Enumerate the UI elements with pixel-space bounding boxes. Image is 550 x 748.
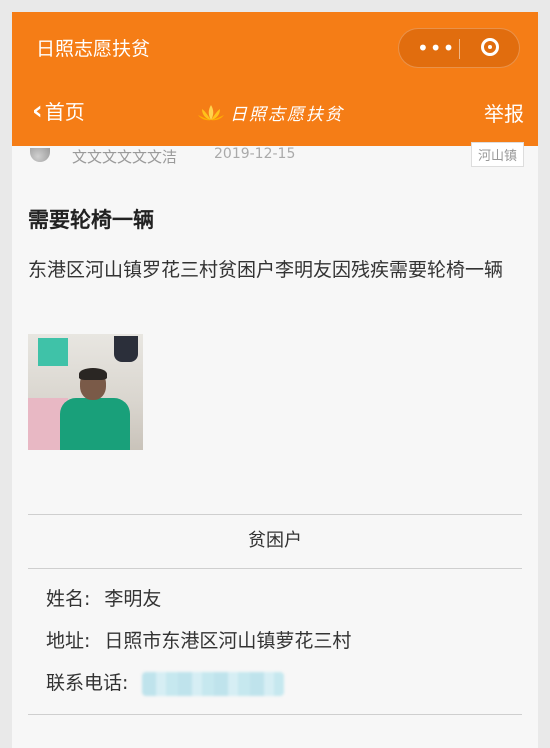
app-title: 日照志愿扶贫 xyxy=(36,38,151,60)
lotus-icon xyxy=(198,104,224,120)
address-label: 地址: xyxy=(46,630,91,652)
address-value: 日照市东港区河山镇萝花三村 xyxy=(104,630,352,652)
report-button[interactable]: 举报 xyxy=(484,98,524,127)
name-label: 姓名: xyxy=(46,588,91,610)
town-tag: 河山镇 xyxy=(470,142,524,167)
phone-screen: 日照志愿扶贫 ••• ‹ 首页 日照志愿扶贫 举报 文文文文文文洁 2019-1… xyxy=(12,12,538,748)
name-row: 姓名: 李明友 xyxy=(46,584,161,611)
brand-text: 日照志愿扶贫 xyxy=(230,105,344,125)
post-date: 2019-12-15 xyxy=(214,146,296,162)
phone-row: 联系电话: xyxy=(46,668,285,696)
post-title: 需要轮椅一辆 xyxy=(28,208,154,232)
author-name: 文文文文文文洁 xyxy=(72,148,178,166)
section-title: 贫困户 xyxy=(248,530,302,551)
post-photo[interactable] xyxy=(28,334,143,450)
photo-sign xyxy=(38,338,68,366)
phone-value-blurred[interactable] xyxy=(142,671,285,696)
capsule-divider xyxy=(459,39,460,59)
back-button[interactable]: ‹ 首页 xyxy=(32,96,85,125)
back-label: 首页 xyxy=(44,100,85,124)
photo-person-body xyxy=(60,398,130,450)
chevron-left-icon: ‹ xyxy=(32,95,43,126)
post-description: 东港区河山镇罗花三村贫困户李明友因残疾需要轮椅一辆 xyxy=(28,259,504,281)
capsule-menu: ••• xyxy=(398,28,520,68)
address-row: 地址: 日照市东港区河山镇萝花三村 xyxy=(46,626,351,653)
divider xyxy=(28,568,522,569)
divider xyxy=(28,514,522,515)
mini-program-title-bar: 日照志愿扶贫 ••• xyxy=(12,12,538,82)
photo-background-object xyxy=(114,336,138,362)
post-meta: 文文文文文文洁 2019-12-15 河山镇 xyxy=(24,142,524,168)
more-dots-icon[interactable]: ••• xyxy=(417,38,455,58)
phone-label: 联系电话: xyxy=(46,672,129,694)
divider xyxy=(28,714,522,715)
photo-person-hair xyxy=(79,368,107,380)
brand-logo: 日照志愿扶贫 xyxy=(198,100,344,125)
name-value: 李明友 xyxy=(104,588,162,610)
avatar[interactable] xyxy=(30,148,50,162)
close-target-icon[interactable] xyxy=(481,38,499,56)
nav-bar: ‹ 首页 日照志愿扶贫 举报 xyxy=(12,82,538,146)
